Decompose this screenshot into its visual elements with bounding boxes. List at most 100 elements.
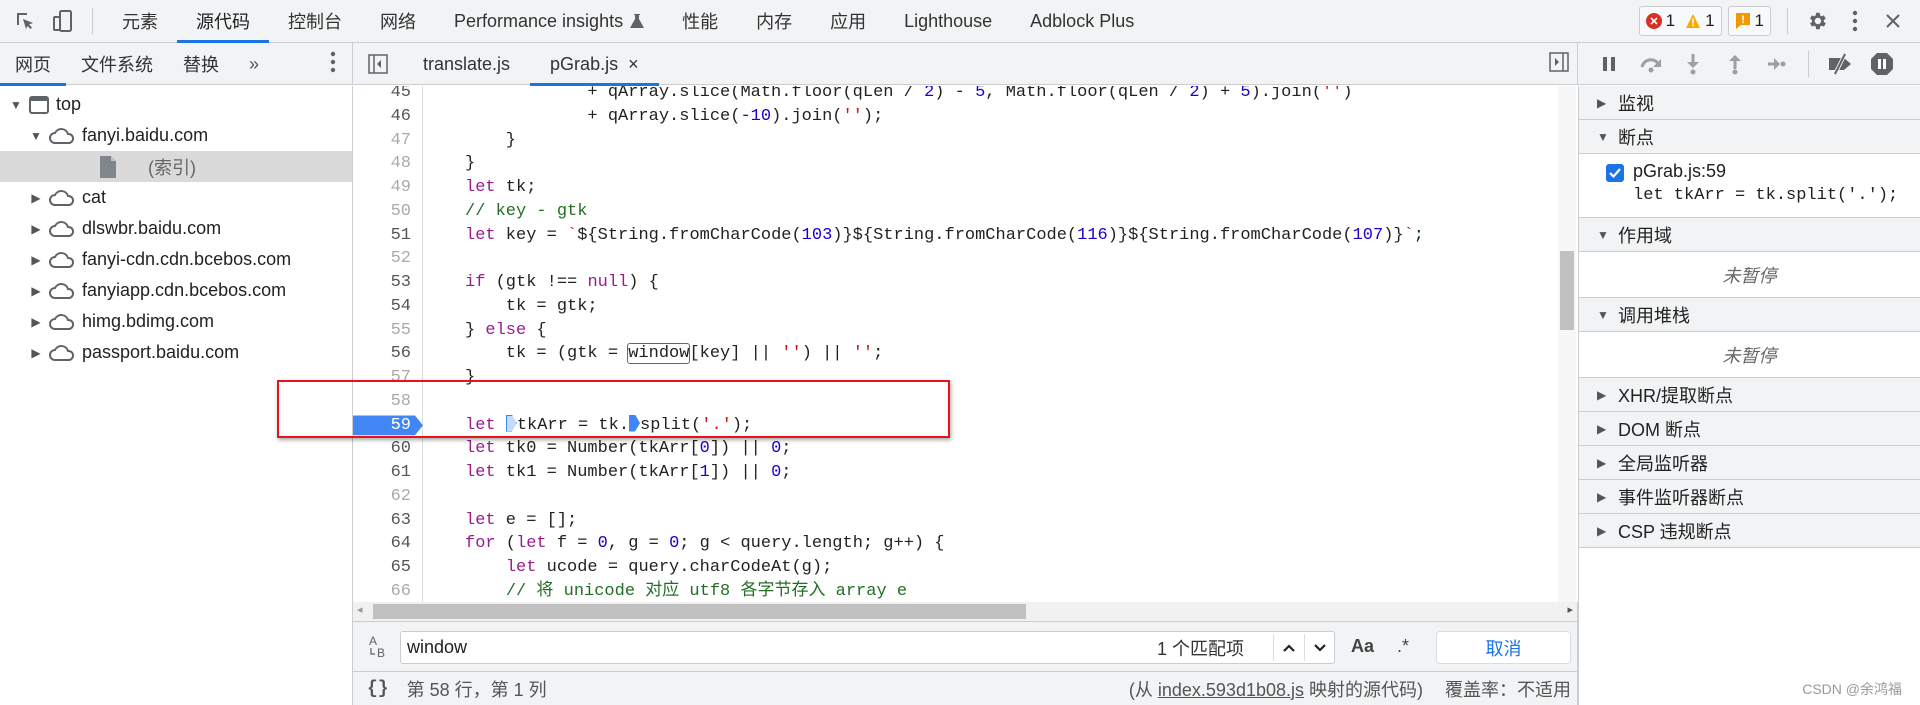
- deactivate-breakpoints-button[interactable]: [1819, 43, 1861, 85]
- code-line[interactable]: 50 // key - gtk: [353, 200, 1558, 224]
- code-line[interactable]: 55} else {: [353, 319, 1558, 343]
- section-header-7[interactable]: ▶ 事件监听器断点: [1579, 480, 1920, 514]
- line-number[interactable]: 56: [353, 342, 411, 366]
- tab-性能[interactable]: 性能: [663, 0, 737, 42]
- section-header-0[interactable]: ▶ 监视: [1579, 86, 1920, 120]
- code-line[interactable]: 56 tk = (gtk = window[key] || '') || '';: [353, 342, 1558, 366]
- code-line[interactable]: 63 let e = [];: [353, 509, 1558, 533]
- vertical-scrollbar[interactable]: [1558, 86, 1576, 602]
- line-number[interactable]: 60: [353, 437, 411, 461]
- more-options-button[interactable]: [1836, 0, 1874, 42]
- line-number[interactable]: 50: [353, 200, 411, 224]
- line-number[interactable]: 63: [353, 509, 411, 533]
- replace-toggle-button[interactable]: AB: [367, 634, 389, 665]
- horizontal-scrollbar[interactable]: ◂ ▸: [353, 602, 1578, 621]
- tab-page[interactable]: 网页: [0, 43, 66, 86]
- inspect-element-button[interactable]: [6, 0, 44, 42]
- code-line[interactable]: 64 for (let f = 0, g = 0; g < query.lengt…: [353, 532, 1558, 556]
- code-line[interactable]: 51 let key = `${String.fromCharCode(103)}…: [353, 224, 1558, 248]
- code-line[interactable]: 48}: [353, 152, 1558, 176]
- tab-overrides[interactable]: 替换: [168, 43, 234, 85]
- next-match-button[interactable]: [1304, 634, 1334, 661]
- more-tabs-button[interactable]: »: [234, 43, 274, 85]
- line-number[interactable]: 55: [353, 319, 411, 343]
- step-over-button[interactable]: [1630, 43, 1672, 85]
- device-toolbar-button[interactable]: [44, 0, 82, 42]
- step-out-button[interactable]: [1714, 43, 1756, 85]
- tree-item[interactable]: ▼ fanyi.baidu.com: [0, 120, 352, 151]
- code-line[interactable]: 61 let tk1 = Number(tkArr[1]) || 0;: [353, 461, 1558, 485]
- tab-filesystem[interactable]: 文件系统: [66, 43, 168, 85]
- tree-item[interactable]: ▶ fanyiapp.cdn.bcebos.com: [0, 275, 352, 306]
- code-line[interactable]: 53 if (gtk !== null) {: [353, 271, 1558, 295]
- line-number[interactable]: 52: [353, 247, 411, 271]
- issues-badge[interactable]: 1: [1727, 6, 1771, 36]
- code-line[interactable]: 62: [353, 485, 1558, 509]
- pretty-print-button[interactable]: {}: [367, 679, 389, 699]
- line-number[interactable]: 61: [353, 461, 411, 485]
- expanded-arrow-icon[interactable]: ▼: [8, 98, 24, 112]
- code-line[interactable]: 49 let tk;: [353, 176, 1558, 200]
- tab-源代码[interactable]: 源代码: [177, 0, 269, 43]
- code-editor[interactable]: 45 + qArray.slice(Math.floor(qLen / 2) -…: [353, 86, 1578, 602]
- source-map-link[interactable]: index.593d1b08.js: [1158, 680, 1304, 700]
- tree-item[interactable]: ▶ passport.baidu.com: [0, 337, 352, 368]
- line-number[interactable]: 65: [353, 556, 411, 580]
- collapsed-arrow-icon[interactable]: ▶: [28, 253, 44, 267]
- tab-元素[interactable]: 元素: [103, 0, 177, 42]
- breakpoint-item[interactable]: pGrab.js:59 let tkArr = tk.split('.');: [1579, 154, 1920, 217]
- section-header-5[interactable]: ▶ DOM 断点: [1579, 412, 1920, 446]
- line-number[interactable]: 45: [353, 86, 411, 105]
- section-header-3[interactable]: ▼ 调用堆栈: [1579, 298, 1920, 332]
- close-tab-icon[interactable]: ×: [628, 54, 639, 75]
- tree-item[interactable]: (索引): [0, 151, 352, 182]
- match-case-button[interactable]: Aa: [1351, 636, 1374, 657]
- tree-item[interactable]: ▼ top: [0, 89, 352, 120]
- code-line[interactable]: 52: [353, 247, 1558, 271]
- previous-match-button[interactable]: [1273, 634, 1303, 661]
- tab-控制台[interactable]: 控制台: [269, 0, 361, 42]
- toggle-navigator-button[interactable]: [353, 54, 403, 74]
- section-header-1[interactable]: ▼ 断点: [1579, 120, 1920, 154]
- collapsed-arrow-icon[interactable]: ▶: [28, 222, 44, 236]
- code-line[interactable]: 45 + qArray.slice(Math.floor(qLen / 2) -…: [353, 86, 1558, 105]
- tab-网络[interactable]: 网络: [361, 0, 435, 42]
- line-number[interactable]: 47: [353, 129, 411, 153]
- tree-item[interactable]: ▶ cat: [0, 182, 352, 213]
- section-header-8[interactable]: ▶ CSP 违规断点: [1579, 514, 1920, 548]
- step-into-button[interactable]: [1672, 43, 1714, 85]
- collapsed-arrow-icon[interactable]: ▶: [28, 284, 44, 298]
- code-line[interactable]: 46 + qArray.slice(-10).join('');: [353, 105, 1558, 129]
- tab-adblock-plus[interactable]: Adblock Plus: [1011, 0, 1153, 42]
- line-number[interactable]: 48: [353, 152, 411, 176]
- tab-应用[interactable]: 应用: [811, 0, 885, 42]
- tab-pgrab-js[interactable]: pGrab.js ×: [530, 43, 659, 86]
- regex-button[interactable]: .*: [1397, 636, 1409, 657]
- console-messages-badge[interactable]: 1 1: [1638, 6, 1722, 36]
- pause-on-exceptions-button[interactable]: [1861, 43, 1903, 85]
- step-button[interactable]: [1756, 43, 1798, 85]
- code-line[interactable]: 47 }: [353, 129, 1558, 153]
- tab-translate-js[interactable]: translate.js: [403, 43, 530, 85]
- section-header-6[interactable]: ▶ 全局监听器: [1579, 446, 1920, 480]
- tree-item[interactable]: ▶ fanyi-cdn.cdn.bcebos.com: [0, 244, 352, 275]
- section-header-2[interactable]: ▼ 作用域: [1579, 218, 1920, 252]
- code-line[interactable]: 65 let ucode = query.charCodeAt(g);: [353, 556, 1558, 580]
- line-number[interactable]: 66: [353, 580, 411, 602]
- line-number[interactable]: 64: [353, 532, 411, 556]
- scrollbar-thumb[interactable]: [373, 604, 1026, 619]
- code-line[interactable]: 60 let tk0 = Number(tkArr[0]) || 0;: [353, 437, 1558, 461]
- pause-button[interactable]: [1588, 43, 1630, 85]
- search-input[interactable]: window 1 个匹配项: [400, 631, 1335, 664]
- navigator-menu-button[interactable]: [330, 51, 336, 78]
- line-number[interactable]: 62: [353, 485, 411, 509]
- line-number[interactable]: 51: [353, 224, 411, 248]
- cancel-search-button[interactable]: 取消: [1436, 631, 1571, 664]
- settings-button[interactable]: [1798, 0, 1836, 42]
- line-number[interactable]: 49: [353, 176, 411, 200]
- scroll-left-icon[interactable]: ◂: [357, 603, 363, 616]
- line-number[interactable]: 46: [353, 105, 411, 129]
- section-header-4[interactable]: ▶ XHR/提取断点: [1579, 378, 1920, 412]
- tab-performance-insights[interactable]: Performance insights: [435, 0, 663, 42]
- close-devtools-button[interactable]: [1874, 0, 1912, 42]
